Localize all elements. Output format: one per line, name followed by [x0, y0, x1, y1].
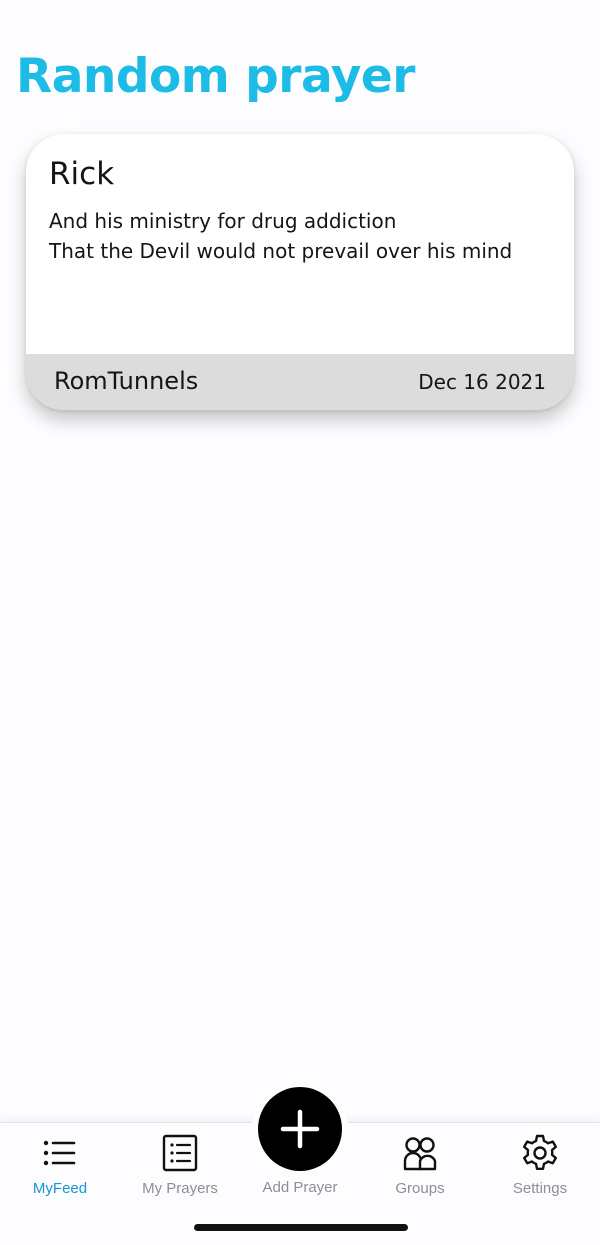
tab-label-groups: Groups: [395, 1180, 445, 1197]
prayer-card[interactable]: Rick And his ministry for drug addiction…: [26, 134, 574, 410]
tab-label-settings: Settings: [512, 1180, 568, 1197]
tab-label-myfeed: MyFeed: [32, 1180, 88, 1197]
prayer-author: RomTunnels: [54, 367, 199, 395]
tab-myfeed[interactable]: MyFeed: [0, 1123, 120, 1213]
tab-groups[interactable]: Groups: [360, 1123, 480, 1213]
page-title: Random prayer: [16, 49, 415, 104]
list-icon: [40, 1133, 80, 1173]
add-prayer-button[interactable]: [258, 1087, 342, 1171]
prayer-body: And his ministry for drug addiction That…: [49, 206, 559, 266]
home-indicator[interactable]: [194, 1224, 408, 1231]
tab-my-prayers[interactable]: My Prayers: [120, 1123, 240, 1213]
notebook-list-icon: [160, 1133, 200, 1173]
plus-icon: [280, 1109, 320, 1149]
gear-icon: [520, 1133, 560, 1173]
prayer-card-footer: RomTunnels Dec 16 2021: [26, 354, 574, 410]
people-icon: [400, 1133, 440, 1173]
tab-label-my-prayers: My Prayers: [142, 1180, 218, 1197]
prayer-line: And his ministry for drug addiction: [49, 209, 397, 233]
tab-settings[interactable]: Settings: [480, 1123, 600, 1213]
prayer-name: Rick: [49, 156, 115, 192]
prayer-date: Dec 16 2021: [418, 370, 546, 394]
prayer-line: That the Devil would not prevail over hi…: [49, 239, 513, 263]
tab-label-add-prayer[interactable]: Add Prayer: [240, 1178, 360, 1198]
